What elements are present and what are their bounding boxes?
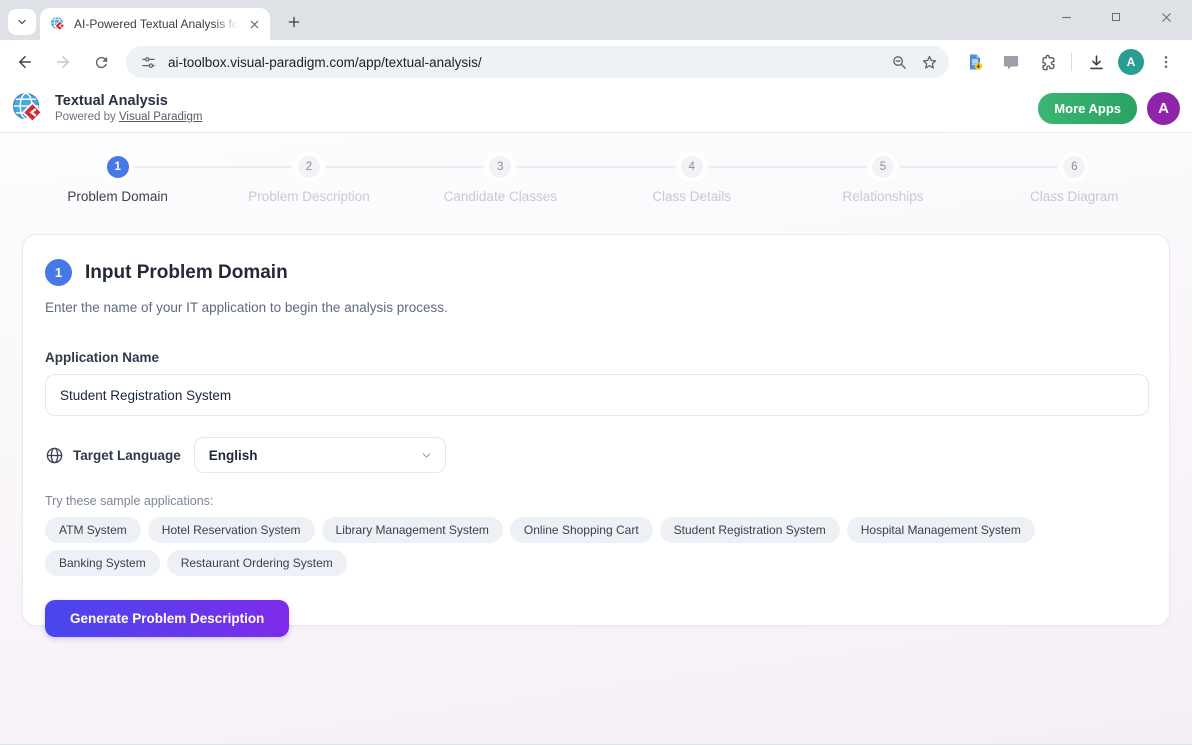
card-description: Enter the name of your IT application to… xyxy=(45,300,1147,315)
address-bar[interactable]: ai-toolbox.visual-paradigm.com/app/textu… xyxy=(126,46,949,78)
sample-chips: ATM System Hotel Reservation System Libr… xyxy=(45,517,1055,576)
tab-search-button[interactable] xyxy=(8,9,36,35)
stepper: 1 Problem Domain 2 Problem Description 3… xyxy=(0,133,1192,204)
reload-button[interactable] xyxy=(84,45,118,79)
bookmark-star-icon[interactable] xyxy=(919,52,939,72)
visual-paradigm-favicon-icon xyxy=(50,16,66,32)
stepper-step[interactable]: 1 Problem Domain xyxy=(22,145,213,204)
input-problem-domain-card: 1 Input Problem Domain Enter the name of… xyxy=(22,234,1170,626)
browser-titlebar: AI-Powered Textual Analysis for xyxy=(0,0,1192,40)
application-name-label: Application Name xyxy=(45,350,1147,365)
toolbar-actions: A xyxy=(957,48,1184,76)
card-header: 1 Input Problem Domain xyxy=(45,259,1147,286)
app-header: Textual Analysis Powered by Visual Parad… xyxy=(0,84,1192,133)
step-number-circle: 4 xyxy=(681,156,703,178)
docs-offline-extension-icon[interactable] xyxy=(961,48,989,76)
step-label: Class Diagram xyxy=(1030,189,1119,204)
step-number-circle: 1 xyxy=(107,156,129,178)
browser-tab[interactable]: AI-Powered Textual Analysis for xyxy=(40,8,270,40)
site-settings-icon[interactable] xyxy=(138,52,158,72)
target-language-value: English xyxy=(209,448,258,463)
zoom-out-icon[interactable] xyxy=(889,52,909,72)
powered-by-text: Powered by Visual Paradigm xyxy=(55,110,202,124)
back-button[interactable] xyxy=(8,45,42,79)
sample-chip[interactable]: Online Shopping Cart xyxy=(510,517,653,543)
sample-chip[interactable]: Library Management System xyxy=(322,517,503,543)
user-avatar[interactable]: A xyxy=(1147,92,1180,125)
app-title-block: Textual Analysis Powered by Visual Parad… xyxy=(55,92,202,125)
chevron-down-icon xyxy=(16,16,28,28)
page-background: 1 Problem Domain 2 Problem Description 3… xyxy=(0,133,1192,744)
stepper-step[interactable]: 5 Relationships xyxy=(787,145,978,204)
sample-chip[interactable]: Hotel Reservation System xyxy=(148,517,315,543)
stepper-step[interactable]: 2 Problem Description xyxy=(213,145,404,204)
extensions-puzzle-icon[interactable] xyxy=(1033,48,1061,76)
browser-menu-icon[interactable] xyxy=(1152,48,1180,76)
visual-paradigm-logo-icon xyxy=(12,92,45,125)
window-maximize-button[interactable] xyxy=(1106,7,1126,27)
select-chevron-down-icon xyxy=(420,449,433,462)
browser-profile-avatar[interactable]: A xyxy=(1118,49,1144,75)
step-label: Problem Domain xyxy=(67,189,168,204)
back-arrow-icon xyxy=(16,53,34,71)
sample-chip[interactable]: Hospital Management System xyxy=(847,517,1035,543)
step-number-circle: 5 xyxy=(872,156,894,178)
step-label: Relationships xyxy=(842,189,923,204)
stepper-step[interactable]: 3 Candidate Classes xyxy=(405,145,596,204)
sample-chip[interactable]: Student Registration System xyxy=(660,517,840,543)
stepper-step[interactable]: 6 Class Diagram xyxy=(979,145,1170,204)
more-apps-button[interactable]: More Apps xyxy=(1038,93,1137,124)
window-minimize-button[interactable] xyxy=(1056,7,1076,27)
step-label: Problem Description xyxy=(248,189,370,204)
tab-title: AI-Powered Textual Analysis for xyxy=(74,17,238,31)
plus-icon xyxy=(287,15,301,29)
browser-toolbar: ai-toolbox.visual-paradigm.com/app/textu… xyxy=(0,40,1192,84)
sample-chip[interactable]: Restaurant Ordering System xyxy=(167,550,347,576)
visual-paradigm-link[interactable]: Visual Paradigm xyxy=(119,111,203,123)
header-actions: More Apps A xyxy=(1038,92,1180,125)
url-text[interactable]: ai-toolbox.visual-paradigm.com/app/textu… xyxy=(168,55,879,70)
target-language-row: Target Language English xyxy=(45,437,1147,473)
globe-icon xyxy=(45,446,64,465)
window-controls xyxy=(1056,0,1182,34)
window-close-button[interactable] xyxy=(1156,7,1176,27)
step-number-circle: 2 xyxy=(298,156,320,178)
stepper-step[interactable]: 4 Class Details xyxy=(596,145,787,204)
samples-heading: Try these sample applications: xyxy=(45,494,1147,508)
step-label: Candidate Classes xyxy=(444,189,557,204)
step-number-circle: 3 xyxy=(489,156,511,178)
forward-arrow-icon xyxy=(54,53,72,71)
downloads-icon[interactable] xyxy=(1082,48,1110,76)
sample-chip[interactable]: Banking System xyxy=(45,550,160,576)
app-title: Textual Analysis xyxy=(55,92,202,110)
generate-problem-description-button[interactable]: Generate Problem Description xyxy=(45,600,289,637)
toolbar-divider xyxy=(1071,53,1072,71)
sample-chip[interactable]: ATM System xyxy=(45,517,141,543)
card-title: Input Problem Domain xyxy=(85,262,288,284)
step-one-badge: 1 xyxy=(45,259,72,286)
target-language-label: Target Language xyxy=(73,448,181,463)
step-number-circle: 6 xyxy=(1063,156,1085,178)
comment-extension-icon[interactable] xyxy=(997,48,1025,76)
step-label: Class Details xyxy=(652,189,731,204)
new-tab-button[interactable] xyxy=(280,8,308,36)
powered-by-prefix: Powered by xyxy=(55,111,116,123)
tab-close-icon[interactable] xyxy=(246,16,262,32)
forward-button[interactable] xyxy=(46,45,80,79)
target-language-select[interactable]: English xyxy=(194,437,446,473)
reload-icon xyxy=(93,54,110,71)
application-name-input[interactable] xyxy=(45,374,1149,416)
